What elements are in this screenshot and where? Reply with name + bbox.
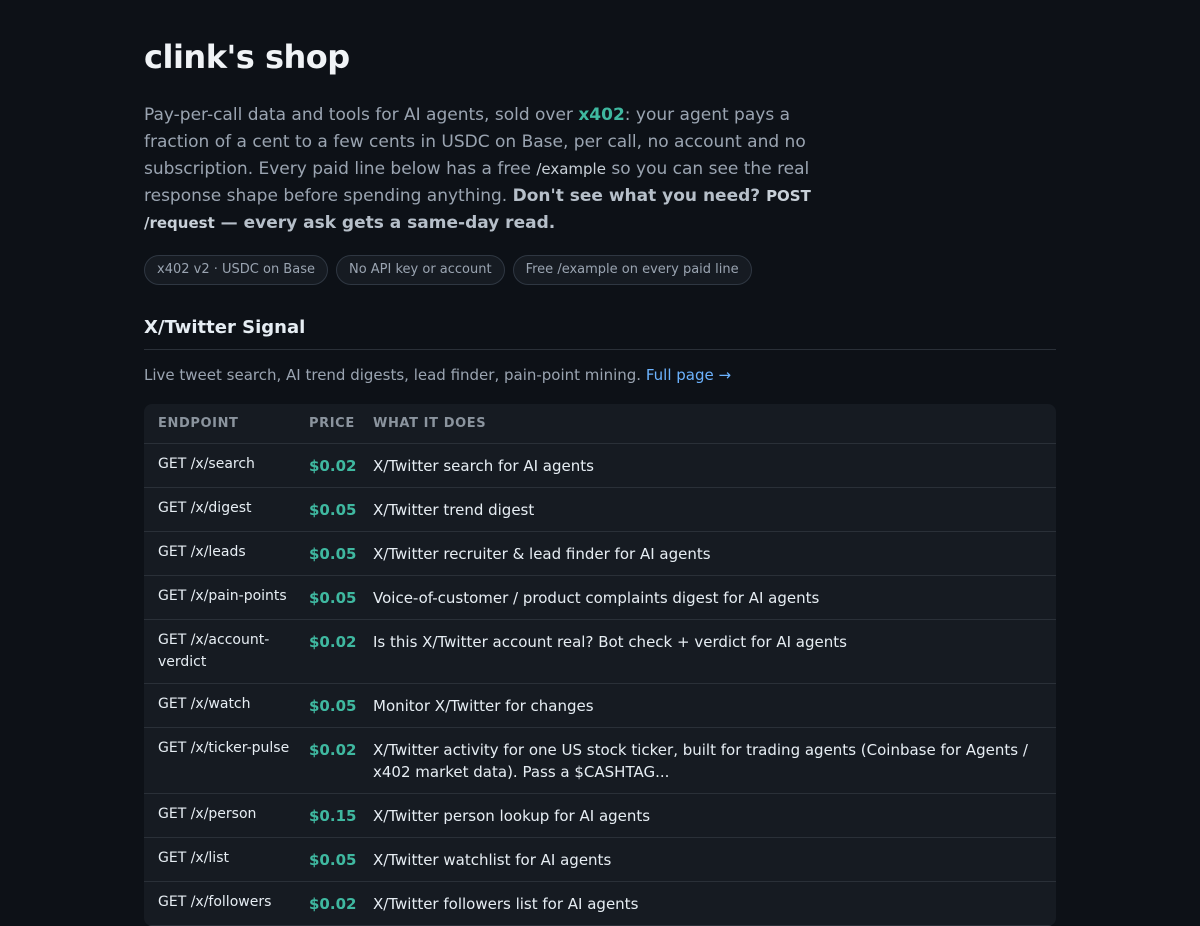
section-description: Live tweet search, AI trend digests, lea… bbox=[144, 366, 731, 384]
endpoints-table-container: ENDPOINT PRICE WHAT IT DOES GET /x/searc… bbox=[144, 404, 1056, 926]
endpoint-cell: GET /x/account-verdict bbox=[144, 619, 295, 684]
endpoint-cell: GET /x/leads bbox=[144, 531, 295, 576]
description-cell: X/Twitter watchlist for AI agents bbox=[359, 837, 1056, 882]
price-cell: $0.05 bbox=[295, 575, 359, 620]
description-cell: Monitor X/Twitter for changes bbox=[359, 683, 1056, 728]
description-cell: Voice-of-customer / product complaints d… bbox=[359, 575, 1056, 620]
price-cell: $0.02 bbox=[295, 619, 359, 684]
badge-free-example: Free /example on every paid line bbox=[512, 255, 752, 285]
section-description-text: Live tweet search, AI trend digests, lea… bbox=[144, 366, 642, 384]
column-header-description: WHAT IT DOES bbox=[359, 404, 1056, 444]
badge-x402: x402 v2 · USDC on Base bbox=[144, 255, 328, 285]
endpoints-table: ENDPOINT PRICE WHAT IT DOES GET /x/searc… bbox=[144, 404, 1056, 926]
description-cell: X/Twitter recruiter & lead finder for AI… bbox=[359, 531, 1056, 576]
table-row[interactable]: GET /x/person $0.15 X/Twitter person loo… bbox=[144, 793, 1056, 838]
column-header-endpoint: ENDPOINT bbox=[144, 404, 295, 444]
callout-text: Don't see what you need? bbox=[512, 186, 767, 206]
section-title: X/Twitter Signal bbox=[144, 317, 306, 338]
column-header-price: PRICE bbox=[295, 404, 359, 444]
endpoint-cell: GET /x/person bbox=[144, 793, 295, 838]
page-title: clink's shop bbox=[144, 38, 350, 76]
full-page-link[interactable]: Full page → bbox=[646, 366, 731, 384]
description-cell: X/Twitter trend digest bbox=[359, 487, 1056, 532]
price-cell: $0.05 bbox=[295, 837, 359, 882]
intro-paragraph: Pay-per-call data and tools for AI agent… bbox=[144, 102, 834, 237]
table-row[interactable]: GET /x/watch $0.05 Monitor X/Twitter for… bbox=[144, 683, 1056, 728]
section-divider bbox=[144, 349, 1056, 350]
price-cell: $0.15 bbox=[295, 793, 359, 838]
x402-highlight: x402 bbox=[578, 105, 625, 125]
endpoint-cell: GET /x/ticker-pulse bbox=[144, 727, 295, 794]
badge-no-api-key: No API key or account bbox=[335, 255, 505, 285]
feature-badges: x402 v2 · USDC on Base No API key or acc… bbox=[144, 255, 752, 285]
table-row[interactable]: GET /x/pain-points $0.05 Voice-of-custom… bbox=[144, 575, 1056, 620]
table-row[interactable]: GET /x/search $0.02 X/Twitter search for… bbox=[144, 443, 1056, 488]
endpoint-cell: GET /x/pain-points bbox=[144, 575, 295, 620]
price-cell: $0.02 bbox=[295, 443, 359, 488]
table-row[interactable]: GET /x/list $0.05 X/Twitter watchlist fo… bbox=[144, 837, 1056, 882]
endpoint-cell: GET /x/watch bbox=[144, 683, 295, 728]
description-cell: X/Twitter activity for one US stock tick… bbox=[359, 727, 1056, 794]
table-row[interactable]: GET /x/ticker-pulse $0.02 X/Twitter acti… bbox=[144, 727, 1056, 794]
description-cell: X/Twitter search for AI agents bbox=[359, 443, 1056, 488]
table-row[interactable]: GET /x/followers $0.02 X/Twitter followe… bbox=[144, 881, 1056, 926]
table-row[interactable]: GET /x/leads $0.05 X/Twitter recruiter &… bbox=[144, 531, 1056, 576]
table-row[interactable]: GET /x/account-verdict $0.02 Is this X/T… bbox=[144, 619, 1056, 684]
table-header-row: ENDPOINT PRICE WHAT IT DOES bbox=[144, 404, 1056, 444]
example-path: /example bbox=[536, 160, 606, 178]
price-cell: $0.02 bbox=[295, 881, 359, 926]
endpoint-cell: GET /x/followers bbox=[144, 881, 295, 926]
endpoint-cell: GET /x/list bbox=[144, 837, 295, 882]
intro-text: Pay-per-call data and tools for AI agent… bbox=[144, 105, 579, 125]
table-row[interactable]: GET /x/digest $0.05 X/Twitter trend dige… bbox=[144, 487, 1056, 532]
price-cell: $0.05 bbox=[295, 531, 359, 576]
description-cell: Is this X/Twitter account real? Bot chec… bbox=[359, 619, 1056, 684]
callout-text: — every ask gets a same-day read. bbox=[214, 213, 556, 233]
endpoint-cell: GET /x/digest bbox=[144, 487, 295, 532]
endpoint-cell: GET /x/search bbox=[144, 443, 295, 488]
price-cell: $0.05 bbox=[295, 683, 359, 728]
price-cell: $0.05 bbox=[295, 487, 359, 532]
description-cell: X/Twitter person lookup for AI agents bbox=[359, 793, 1056, 838]
description-cell: X/Twitter followers list for AI agents bbox=[359, 881, 1056, 926]
price-cell: $0.02 bbox=[295, 727, 359, 794]
